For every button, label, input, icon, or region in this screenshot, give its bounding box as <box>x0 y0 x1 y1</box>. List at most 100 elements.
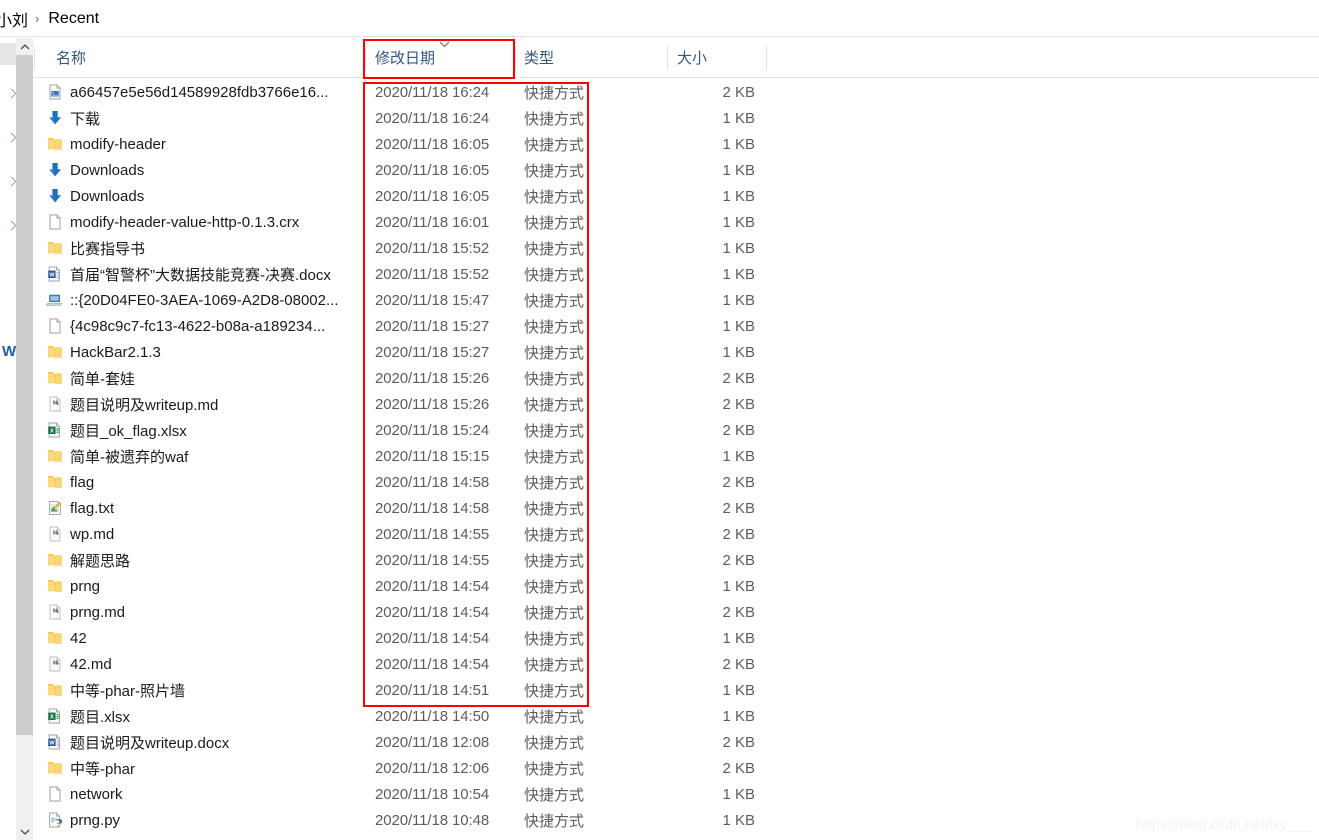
breadcrumb-current[interactable]: Recent <box>48 10 99 28</box>
file-name[interactable]: modify-header <box>70 131 370 157</box>
file-name[interactable]: ::{20D04FE0-3AEA-1069-A2D8-08002... <box>70 287 370 313</box>
column-divider[interactable] <box>515 46 516 70</box>
file-row[interactable]: prng.py 2020/11/18 10:48 快捷方式 1 KB <box>34 807 1319 833</box>
file-row[interactable]: 简单-被遗弃的waf 2020/11/18 15:15 快捷方式 1 KB <box>34 443 1319 469</box>
file-name[interactable]: 简单-被遗弃的waf <box>70 443 370 469</box>
file-date-modified: 2020/11/18 14:55 <box>375 551 490 569</box>
file-name[interactable]: 题目.xlsx <box>70 703 370 729</box>
file-row[interactable]: 中等-phar 2020/11/18 12:06 快捷方式 2 KB <box>34 755 1319 781</box>
file-row[interactable]: Mwp.md 2020/11/18 14:55 快捷方式 2 KB <box>34 521 1319 547</box>
file-type: 快捷方式 <box>524 526 585 544</box>
nav-expand-chevron-icon[interactable] <box>6 88 16 99</box>
nav-expand-chevron-icon[interactable] <box>6 176 16 187</box>
file-name[interactable]: Downloads <box>70 183 370 209</box>
scrollbar-thumb[interactable] <box>16 55 33 735</box>
file-name[interactable]: 解题思路 <box>70 547 370 573</box>
file-row[interactable]: prng 2020/11/18 14:54 快捷方式 1 KB <box>34 573 1319 599</box>
navigation-scrollbar[interactable] <box>16 38 33 840</box>
file-row[interactable]: flag 2020/11/18 14:58 快捷方式 2 KB <box>34 469 1319 495</box>
file-name[interactable]: HackBar2.1.3 <box>70 339 370 365</box>
file-list[interactable]: a66457e5e56d14589928fdb3766e16... 2020/11… <box>34 79 1319 840</box>
file-name[interactable]: 42 <box>70 625 370 651</box>
file-name[interactable]: modify-header-value-http-0.1.3.crx <box>70 209 370 235</box>
breadcrumb-root[interactable]: 小刘 <box>0 7 28 31</box>
file-name[interactable]: flag.txt <box>70 495 370 521</box>
column-header-name[interactable]: 名称 <box>56 38 86 77</box>
file-date-modified: 2020/11/18 14:58 <box>375 473 490 491</box>
column-divider[interactable] <box>365 46 366 70</box>
file-name[interactable]: Downloads <box>70 157 370 183</box>
column-header-size[interactable]: 大小 <box>677 38 707 77</box>
nav-expand-chevron-icon[interactable] <box>6 132 16 143</box>
file-name[interactable]: prng.md <box>70 599 370 625</box>
word-file-icon: W <box>45 261 65 287</box>
file-type: 快捷方式 <box>524 500 585 518</box>
file-name[interactable]: {4c98c9c7-fc13-4622-b08a-a189234... <box>70 313 370 339</box>
file-row[interactable]: HackBar2.1.3 2020/11/18 15:27 快捷方式 1 KB <box>34 339 1319 365</box>
file-row[interactable]: W 首届“智警杯”大数据技能竞赛-决赛.docx 2020/11/18 15:52 快… <box>34 261 1319 287</box>
file-name[interactable]: 题目说明及writeup.md <box>70 391 370 417</box>
file-size: 1 KB <box>722 811 755 829</box>
file-name[interactable]: 42.md <box>70 651 370 677</box>
file-row[interactable]: Downloads 2020/11/18 16:05 快捷方式 1 KB <box>34 183 1319 209</box>
file-size: 2 KB <box>722 473 755 491</box>
file-row[interactable]: M 42.md 2020/11/18 14:54 快捷方式 2 KB <box>34 651 1319 677</box>
file-name[interactable]: a66457e5e56d14589928fdb3766e16... <box>70 79 370 105</box>
column-divider[interactable] <box>34 46 35 70</box>
file-row[interactable]: 简单-套娃 2020/11/18 15:26 快捷方式 2 KB <box>34 365 1319 391</box>
chart-file-icon <box>45 495 65 521</box>
file-row[interactable]: W 题目说明及writeup.docx 2020/11/18 12:08 快捷方式 2 … <box>34 729 1319 755</box>
nav-selected-item[interactable] <box>0 43 16 65</box>
nav-expand-chevron-icon[interactable] <box>6 220 16 231</box>
scroll-up-arrow-icon[interactable] <box>16 38 33 55</box>
file-row[interactable]: X 题目_ok_flag.xlsx 2020/11/18 15:24 快捷方式 2 KB <box>34 417 1319 443</box>
file-name[interactable]: 题目_ok_flag.xlsx <box>70 417 370 443</box>
file-row[interactable]: network 2020/11/18 10:54 快捷方式 1 KB <box>34 781 1319 807</box>
file-row[interactable]: modify-header-value-http-0.1.3.crx 2020/1… <box>34 209 1319 235</box>
file-row[interactable]: a66457e5e56d14589928fdb3766e16... 2020/11… <box>34 79 1319 105</box>
file-date-modified: 2020/11/18 14:58 <box>375 499 490 517</box>
file-name[interactable]: network <box>70 781 370 807</box>
file-type: 快捷方式 <box>524 682 585 700</box>
file-size: 1 KB <box>722 291 755 309</box>
file-row[interactable]: flag.txt 2020/11/18 14:58 快捷方式 2 KB <box>34 495 1319 521</box>
file-row[interactable]: 比赛指导书 2020/11/18 15:52 快捷方式 1 KB <box>34 235 1319 261</box>
file-row[interactable]: ::{20D04FE0-3AEA-1069-A2D8-08002... 2020/… <box>34 287 1319 313</box>
file-name[interactable]: flag <box>70 469 370 495</box>
file-size: 2 KB <box>722 395 755 413</box>
file-type: 快捷方式 <box>524 474 585 492</box>
column-header-date-modified[interactable]: 修改日期 <box>375 38 435 77</box>
file-name[interactable]: prng <box>70 573 370 599</box>
file-row[interactable]: {4c98c9c7-fc13-4622-b08a-a189234... 2020/… <box>34 313 1319 339</box>
file-date-modified: 2020/11/18 15:15 <box>375 447 490 465</box>
file-date-modified: 2020/11/18 10:54 <box>375 785 490 803</box>
file-type: 快捷方式 <box>524 214 585 232</box>
file-name[interactable]: 首届“智警杯”大数据技能竞赛-决赛.docx <box>70 261 370 287</box>
file-row[interactable]: M 题目说明及writeup.md 2020/11/18 15:26 快捷方式 2 KB <box>34 391 1319 417</box>
file-name[interactable]: 简单-套娃 <box>70 365 370 391</box>
file-name[interactable]: 题目说明及writeup.docx <box>70 729 370 755</box>
file-name[interactable]: 中等-phar <box>70 755 370 781</box>
file-name[interactable]: wp.md <box>70 521 370 547</box>
column-divider[interactable] <box>667 46 668 70</box>
breadcrumb-separator-icon[interactable]: › <box>35 11 39 26</box>
file-size: 1 KB <box>722 629 755 647</box>
file-row[interactable]: 42 2020/11/18 14:54 快捷方式 1 KB <box>34 625 1319 651</box>
file-row[interactable]: X 题目.xlsx 2020/11/18 14:50 快捷方式 1 KB <box>34 703 1319 729</box>
file-name[interactable]: prng.py <box>70 807 370 833</box>
file-name[interactable]: 比赛指导书 <box>70 235 370 261</box>
file-row[interactable]: 中等-phar-照片墙 2020/11/18 14:51 快捷方式 1 KB <box>34 677 1319 703</box>
file-row[interactable]: Downloads 2020/11/18 16:05 快捷方式 1 KB <box>34 157 1319 183</box>
scroll-down-arrow-icon[interactable] <box>16 823 33 840</box>
file-type: 快捷方式 <box>524 396 585 414</box>
file-row[interactable]: 解题思路 2020/11/18 14:55 快捷方式 2 KB <box>34 547 1319 573</box>
word-file-icon: W <box>45 729 65 755</box>
file-row[interactable]: Mprng.md 2020/11/18 14:54 快捷方式 2 KB <box>34 599 1319 625</box>
file-row[interactable]: 下载 2020/11/18 16:24 快捷方式 1 KB <box>34 105 1319 131</box>
column-header-type[interactable]: 类型 <box>524 38 554 77</box>
column-divider[interactable] <box>766 46 767 70</box>
file-name[interactable]: 下载 <box>70 105 370 131</box>
file-row[interactable]: modify-header 2020/11/18 16:05 快捷方式 1 KB <box>34 131 1319 157</box>
file-size: 1 KB <box>722 785 755 803</box>
file-name[interactable]: 中等-phar-照片墙 <box>70 677 370 703</box>
